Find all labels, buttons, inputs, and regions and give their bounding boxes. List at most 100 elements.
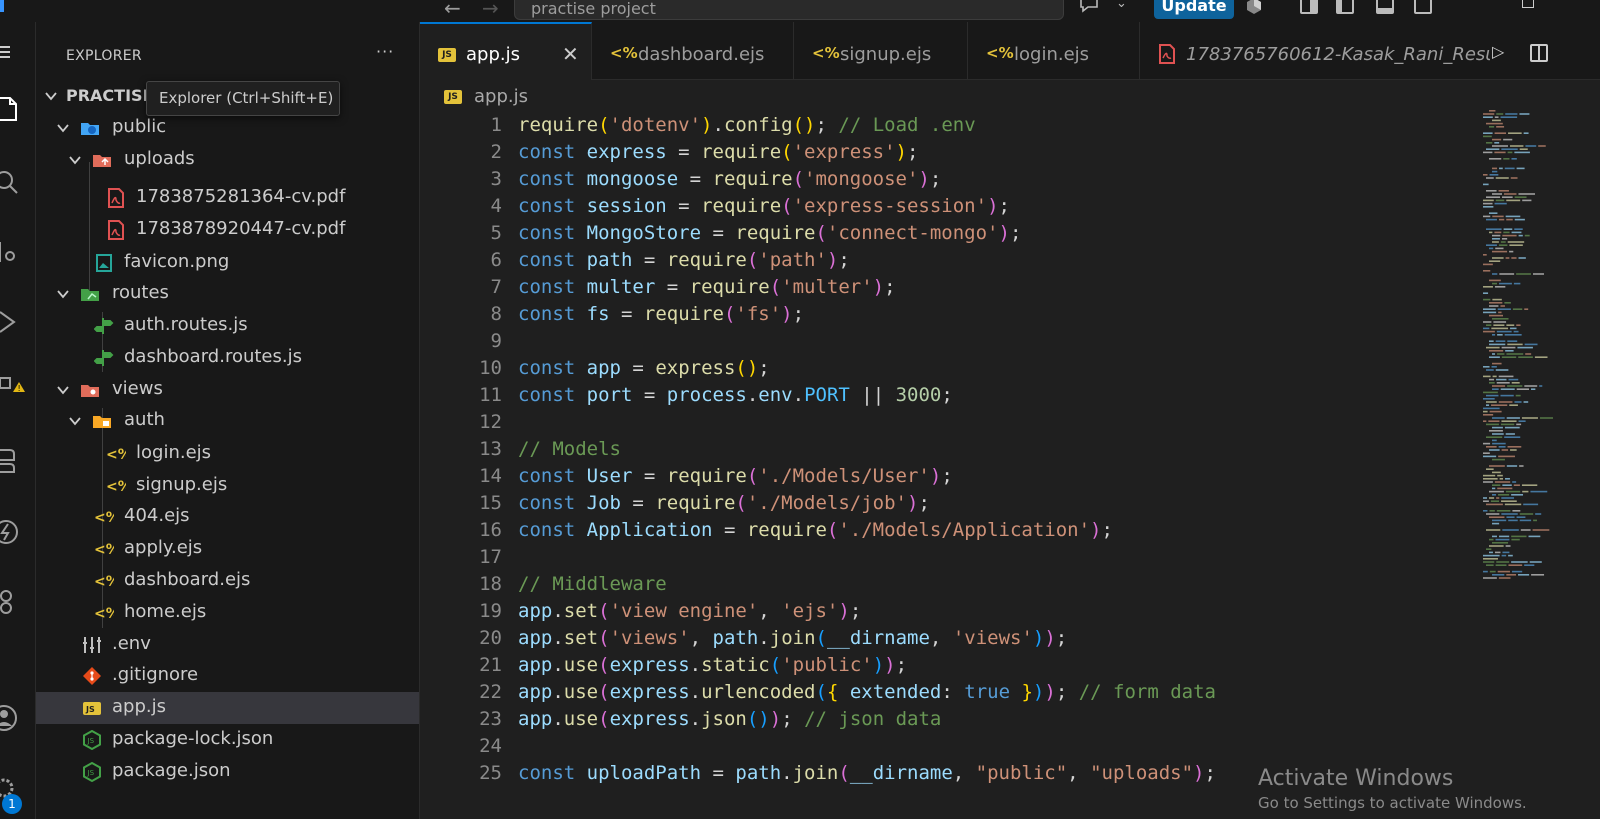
command-center-search[interactable]: practise project	[514, 0, 1064, 20]
minimap-line	[1492, 170, 1498, 173]
file-auth-routes-js[interactable]: auth.routes.js	[36, 310, 419, 342]
minimap-line	[1494, 231, 1502, 234]
line-number: 16	[479, 519, 502, 541]
thunder-client-icon[interactable]	[0, 518, 26, 546]
code-line: 5 const MongoStore = require('connect-mon…	[420, 222, 1470, 249]
breadcrumb-file[interactable]: app.js	[474, 86, 528, 107]
file-app-js[interactable]: JS app.js	[36, 692, 419, 724]
minimap-line	[1483, 391, 1498, 394]
file-signup-ejs[interactable]: <% signup.ejs	[36, 470, 419, 502]
split-editor-icon[interactable]	[1530, 44, 1548, 62]
minimap-line	[1506, 218, 1513, 221]
minimap-line	[1496, 497, 1500, 499]
minimap-line	[1504, 436, 1521, 438]
minimap-line	[1492, 522, 1500, 525]
chevron-down-icon[interactable]	[56, 120, 70, 134]
folder-auth[interactable]: auth	[36, 405, 419, 437]
minimap-line	[1483, 474, 1496, 477]
minimap-line	[1492, 273, 1498, 275]
update-button[interactable]: Update	[1154, 0, 1234, 19]
file-gitignore[interactable]: .gitignore	[36, 660, 419, 692]
hamburger-menu-icon[interactable]	[0, 38, 26, 66]
chat-icon[interactable]	[1078, 0, 1100, 17]
minimap-line	[1491, 327, 1509, 330]
minimap-line	[1483, 263, 1493, 266]
minimap-line	[1492, 458, 1505, 461]
chevron-down-icon[interactable]: ⌄	[1116, 0, 1127, 11]
minimap-line	[1504, 334, 1522, 336]
minimap-line	[1498, 446, 1506, 448]
tab-resume-pdf[interactable]: 1783765760612-Kasak_Rani_Resum	[1140, 22, 1490, 80]
file-1783875281364-cv-pdf[interactable]: 1783875281364-cv.pdf	[36, 182, 419, 214]
extensions-warning-icon[interactable]: !	[0, 376, 26, 404]
minimap-line	[1504, 167, 1515, 170]
minimap-line	[1489, 545, 1504, 547]
close-icon[interactable]: ✕	[562, 42, 579, 66]
minimap-line	[1501, 500, 1517, 502]
toggle-secondary-sidebar-icon[interactable]	[1414, 0, 1432, 14]
minimap-line	[1506, 465, 1518, 467]
minimap-line	[1492, 215, 1504, 218]
forward-arrow-icon[interactable]: →	[482, 0, 499, 20]
minimap-line	[1489, 158, 1502, 160]
file-1783878920447-cv-pdf[interactable]: 1783878920447-cv.pdf	[36, 214, 419, 246]
back-arrow-icon[interactable]: ←	[444, 0, 461, 20]
source-control-icon[interactable]	[0, 238, 26, 266]
more-actions-icon[interactable]: ···	[376, 42, 394, 61]
code-editor[interactable]: JS app.js 1 require('dotenv').config(); /…	[420, 80, 1600, 819]
file-favicon-png[interactable]: favicon.png	[36, 247, 419, 279]
file-apply-ejs[interactable]: <% apply.ejs	[36, 533, 419, 565]
folder-routes[interactable]: routes	[36, 278, 419, 310]
python-icon[interactable]	[0, 446, 26, 474]
folder-uploads[interactable]: uploads	[36, 144, 419, 176]
minimap-line	[1535, 513, 1542, 515]
chevron-down-icon[interactable]	[68, 413, 82, 427]
file-home-ejs[interactable]: <% home.ejs	[36, 597, 419, 629]
explorer-files-icon[interactable]	[0, 96, 26, 124]
accounts-hex-icon[interactable]	[1245, 0, 1263, 15]
folder-public[interactable]: public	[36, 112, 419, 144]
tab-login-ejs[interactable]: <% login.ejs	[968, 22, 1140, 80]
svg-text:JS: JS	[85, 705, 95, 714]
remote-explorer-icon[interactable]	[0, 588, 26, 616]
chevron-down-icon[interactable]	[44, 88, 58, 102]
search-icon[interactable]	[0, 168, 26, 196]
chevron-down-icon[interactable]	[56, 286, 70, 300]
toggle-primary-sidebar-icon[interactable]	[1300, 0, 1318, 14]
file-dashboard-routes-js[interactable]: dashboard.routes.js	[36, 342, 419, 374]
file-login-ejs[interactable]: <% login.ejs	[36, 438, 419, 470]
accounts-avatar-icon[interactable]	[0, 704, 26, 732]
code-text: app.use(express.urlencoded({ extended: t…	[518, 681, 1216, 703]
file-package-json[interactable]: JS package.json	[36, 756, 419, 788]
run-debug-icon[interactable]	[0, 308, 26, 336]
tree-item-label: uploads	[124, 148, 195, 169]
minimap-line	[1492, 417, 1505, 419]
file-404-ejs[interactable]: <% 404.ejs	[36, 501, 419, 533]
code-line: 3 const mongoose = require('mongoose');	[420, 168, 1470, 195]
minimap-line	[1483, 292, 1489, 294]
minimap-line	[1506, 324, 1515, 326]
minimap-line	[1501, 346, 1516, 349]
ejs-icon: <%	[106, 476, 132, 496]
code-text: // Models	[518, 438, 621, 460]
tab-app-js[interactable]: JS app.js ✕	[420, 22, 592, 80]
chevron-down-icon[interactable]	[68, 152, 82, 166]
run-icon[interactable]: ▷	[1492, 42, 1504, 61]
tab-dashboard-ejs[interactable]: <% dashboard.ejs	[592, 22, 794, 80]
restore-window-icon[interactable]	[1522, 0, 1534, 8]
minimap-line	[1511, 538, 1520, 541]
tab-signup-ejs[interactable]: <% signup.ejs	[794, 22, 968, 80]
minimap-line	[1492, 535, 1498, 538]
folder-views[interactable]: views	[36, 374, 419, 406]
toggle-bottom-panel-icon[interactable]	[1376, 0, 1394, 14]
file-dashboard-ejs[interactable]: <% dashboard.ejs	[36, 565, 419, 597]
minimap[interactable]	[1483, 110, 1555, 580]
git-icon	[82, 666, 102, 686]
minimap-line	[1486, 503, 1503, 506]
minimap-line	[1494, 142, 1500, 144]
file-package-lock-json[interactable]: JS package-lock.json	[36, 724, 419, 756]
toggle-panel-icon[interactable]	[1336, 0, 1354, 14]
minimap-line	[1534, 356, 1548, 358]
file-env[interactable]: .env	[36, 629, 419, 661]
chevron-down-icon[interactable]	[56, 382, 70, 396]
